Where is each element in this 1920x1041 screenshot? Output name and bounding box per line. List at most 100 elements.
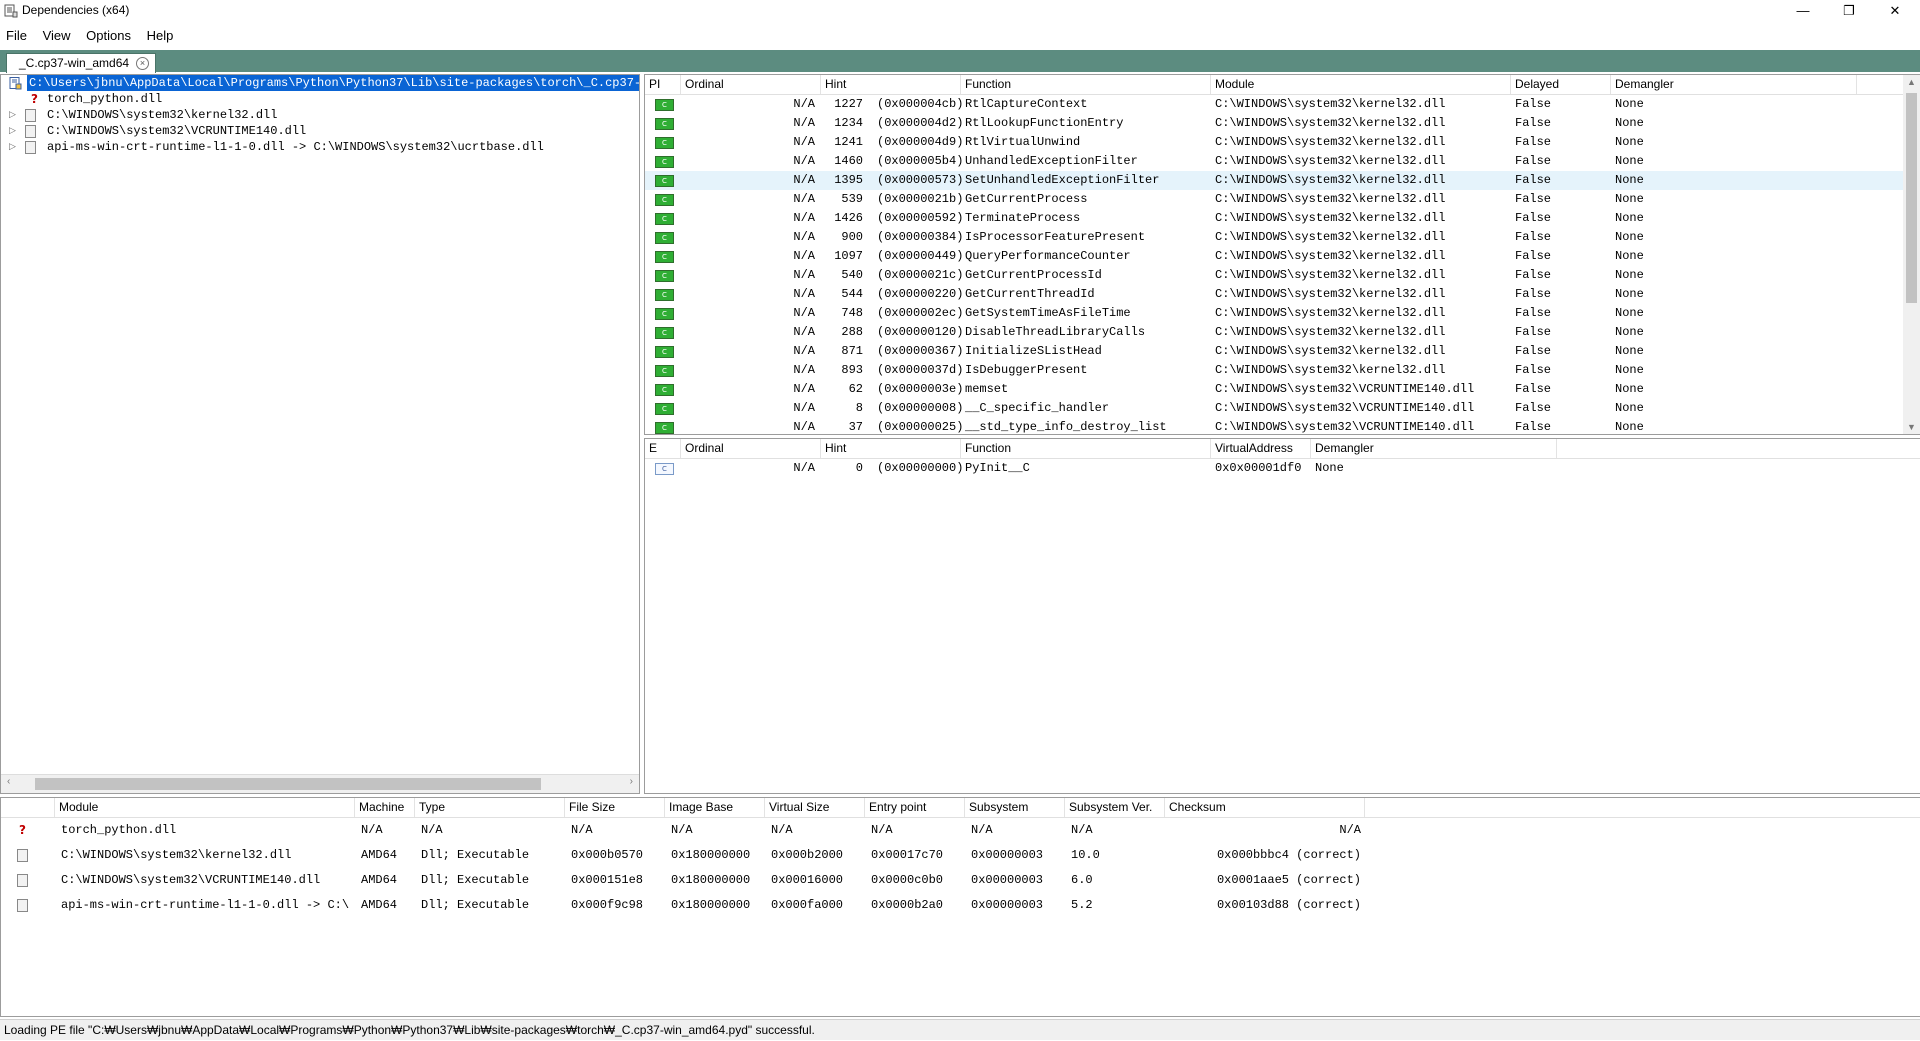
column-header-subsystem[interactable]: Subsystem	[965, 798, 1065, 817]
import-ordinal: N/A	[793, 401, 815, 415]
import-row[interactable]: C N/A 37 (0x00000025) __std_type_info_destro…	[645, 418, 1905, 434]
column-header-ordinal[interactable]: Ordinal	[681, 439, 821, 458]
imports-vertical-scrollbar[interactable]: ▲ ▼	[1903, 75, 1920, 434]
import-row[interactable]: C N/A 1227 (0x000004cb) RtlCaptureContext C:\…	[645, 95, 1905, 114]
expand-arrow-icon[interactable]: ▷	[9, 139, 19, 155]
export-row[interactable]: C N/A 0 (0x00000000) PyInit__C 0x0x00001df0 No…	[645, 459, 1905, 478]
scroll-up-icon[interactable]: ▲	[1907, 77, 1916, 87]
import-module: C:\WINDOWS\system32\VCRUNTIME140.dll	[1215, 401, 1475, 415]
column-header-virtualaddress[interactable]: VirtualAddress	[1211, 439, 1311, 458]
import-ordinal: N/A	[793, 287, 815, 301]
module-row[interactable]: api-ms-win-crt-runtime-l1-1-0.dll -> C:\…	[1, 893, 1901, 918]
column-header-function[interactable]: Function	[961, 439, 1211, 458]
import-row[interactable]: C N/A 900 (0x00000384) IsProcessorFeaturePre…	[645, 228, 1905, 247]
column-header-demangler[interactable]: Demangler	[1311, 439, 1557, 458]
import-row[interactable]: C N/A 1426 (0x00000592) TerminateProcess C:\W…	[645, 209, 1905, 228]
tree-item[interactable]: ▷ C:\WINDOWS\system32\VCRUNTIME140.dll	[1, 123, 637, 139]
column-header-e[interactable]: E	[645, 439, 681, 458]
module-subsystem: 0x00000003	[971, 873, 1044, 887]
import-row[interactable]: C N/A 1395 (0x00000573) SetUnhandledExceptio…	[645, 171, 1905, 190]
import-row[interactable]: C N/A 8 (0x00000008) __C_specific_handler C:\…	[645, 399, 1905, 418]
import-c-function-icon: C	[655, 403, 674, 415]
close-button[interactable]: ✕	[1872, 0, 1918, 22]
tree-item[interactable]: ▷ api-ms-win-crt-runtime-l1-1-0.dll -> C…	[1, 139, 637, 155]
import-row[interactable]: C N/A 871 (0x00000367) InitializeSListHead C:…	[645, 342, 1905, 361]
import-row[interactable]: C N/A 1241 (0x000004d9) RtlVirtualUnwind C:\W…	[645, 133, 1905, 152]
expand-arrow-icon[interactable]: ▷	[9, 107, 19, 123]
column-header-function[interactable]: Function	[961, 75, 1211, 94]
column-header-checksum[interactable]: Checksum	[1165, 798, 1365, 817]
column-header-virtual-size[interactable]: Virtual Size	[765, 798, 865, 817]
imports-panel[interactable]: PI Ordinal Hint Function Module Delayed …	[644, 74, 1920, 435]
scroll-down-icon[interactable]: ▼	[1907, 422, 1916, 432]
column-header-machine[interactable]: Machine	[355, 798, 415, 817]
import-row[interactable]: C N/A 1234 (0x000004d2) RtlLookupFunctionEnt…	[645, 114, 1905, 133]
import-delayed: False	[1515, 382, 1552, 396]
export-demangler: None	[1315, 461, 1344, 475]
column-header-delayed[interactable]: Delayed	[1511, 75, 1611, 94]
scrollbar-thumb[interactable]	[35, 778, 541, 790]
module-image-base: N/A	[671, 823, 693, 837]
import-row[interactable]: C N/A 1097 (0x00000449) QueryPerformanceCoun…	[645, 247, 1905, 266]
tab-c-cp37-win-amd64[interactable]: _C.cp37-win_amd64 ×	[6, 53, 157, 73]
module-icon	[17, 874, 28, 887]
column-header-demangler[interactable]: Demangler	[1611, 75, 1857, 94]
column-header-pi[interactable]: PI	[645, 75, 681, 94]
module-row[interactable]: C:\WINDOWS\system32\kernel32.dll AMD64 Dll…	[1, 843, 1901, 868]
dependency-tree-panel[interactable]: C:\Users\jbnu\AppData\Local\Programs\Pyt…	[0, 74, 640, 794]
tree-item[interactable]: ▷ C:\WINDOWS\system32\kernel32.dll	[1, 107, 637, 123]
import-demangler: None	[1615, 268, 1644, 282]
menu-file[interactable]: File	[0, 26, 33, 46]
import-c-function-icon: C	[655, 118, 674, 130]
import-row[interactable]: C N/A 1460 (0x000005b4) UnhandledExceptionFi…	[645, 152, 1905, 171]
tree-root-item[interactable]: C:\Users\jbnu\AppData\Local\Programs\Pyt…	[1, 75, 639, 91]
import-row[interactable]: C N/A 748 (0x000002ec) GetSystemTimeAsFileTi…	[645, 304, 1905, 323]
module-type: Dll; Executable	[421, 873, 530, 887]
module-virtual-size: 0x000b2000	[771, 848, 844, 862]
import-row[interactable]: C N/A 62 (0x0000003e) memset C:\WINDOWS\syste…	[645, 380, 1905, 399]
import-function: memset	[965, 382, 1009, 396]
menu-options[interactable]: Options	[80, 26, 137, 46]
module-row[interactable]: ? torch_python.dll N/A N/A N/A N/A N/A N/A N/A N/…	[1, 818, 1901, 843]
tree-horizontal-scrollbar[interactable]: ‹ ›	[1, 774, 639, 793]
import-c-function-icon: C	[655, 384, 674, 396]
modules-header: Module Machine Type File Size Image Base…	[1, 798, 1920, 818]
scroll-left-icon[interactable]: ‹	[7, 776, 10, 787]
scroll-right-icon[interactable]: ›	[630, 776, 633, 787]
import-row[interactable]: C N/A 288 (0x00000120) DisableThreadLibraryC…	[645, 323, 1905, 342]
column-header-hint[interactable]: Hint	[821, 75, 961, 94]
expand-arrow-icon[interactable]: ▷	[9, 123, 19, 139]
column-header-subsystem-ver[interactable]: Subsystem Ver.	[1065, 798, 1165, 817]
import-function: GetSystemTimeAsFileTime	[965, 306, 1131, 320]
scrollbar-thumb[interactable]	[1906, 93, 1917, 303]
import-function: __C_specific_handler	[965, 401, 1110, 415]
column-header-ordinal[interactable]: Ordinal	[681, 75, 821, 94]
import-row[interactable]: C N/A 539 (0x0000021b) GetCurrentProcess C:\W…	[645, 190, 1905, 209]
tree-item[interactable]: ? torch_python.dll	[1, 91, 637, 107]
menu-view[interactable]: View	[37, 26, 77, 46]
import-demangler: None	[1615, 363, 1644, 377]
column-header-entry-point[interactable]: Entry point	[865, 798, 965, 817]
module-file-size: N/A	[571, 823, 593, 837]
tab-strip: _C.cp37-win_amd64 ×	[0, 50, 1920, 73]
module-name: C:\WINDOWS\system32\kernel32.dll	[61, 848, 292, 862]
column-header-file-size[interactable]: File Size	[565, 798, 665, 817]
restore-button[interactable]: ❐	[1826, 0, 1872, 22]
title-bar: Dependencies (x64) — ❐ ✕	[0, 0, 1920, 22]
import-row[interactable]: C N/A 893 (0x0000037d) IsDebuggerPresent C:\W…	[645, 361, 1905, 380]
minimize-button[interactable]: —	[1780, 0, 1826, 22]
import-row[interactable]: C N/A 540 (0x0000021c) GetCurrentProcessId C:…	[645, 266, 1905, 285]
modules-panel[interactable]: Module Machine Type File Size Image Base…	[0, 797, 1920, 1017]
column-header-module[interactable]: Module	[1211, 75, 1511, 94]
column-header-module[interactable]: Module	[55, 798, 355, 817]
tab-close-icon[interactable]: ×	[136, 57, 150, 70]
menu-help[interactable]: Help	[141, 26, 180, 46]
import-demangler: None	[1615, 344, 1644, 358]
exports-panel[interactable]: E Ordinal Hint Function VirtualAddress D…	[644, 438, 1920, 794]
column-header-type[interactable]: Type	[415, 798, 565, 817]
column-header-image-base[interactable]: Image Base	[665, 798, 765, 817]
module-row[interactable]: C:\WINDOWS\system32\VCRUNTIME140.dll AMD6…	[1, 868, 1901, 893]
column-header-hint[interactable]: Hint	[821, 439, 961, 458]
import-row[interactable]: C N/A 544 (0x00000220) GetCurrentThreadId C:\…	[645, 285, 1905, 304]
import-delayed: False	[1515, 401, 1552, 415]
